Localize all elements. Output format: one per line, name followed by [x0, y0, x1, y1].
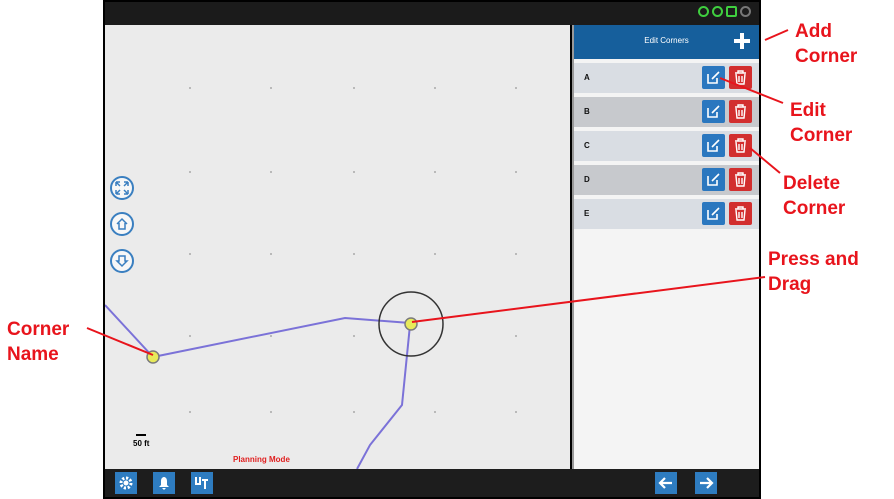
annotation-lines — [86, 29, 789, 356]
annotation-text: Press and Drag — [768, 249, 859, 295]
annotation-text: Delete Corner — [783, 173, 846, 219]
annotation-add-corner: Add Corner — [795, 19, 857, 69]
annotation-corner-name: Corner Name — [7, 317, 69, 367]
annotation-text: Add Corner — [795, 21, 858, 67]
annotation-edit-corner: Edit Corner — [790, 98, 852, 148]
annotation-delete-corner: Delete Corner — [783, 171, 845, 221]
annotation-press-drag: Press and Drag — [768, 247, 859, 297]
annotation-text: Corner Name — [7, 319, 70, 365]
annotation-text: Edit Corner — [790, 100, 853, 146]
